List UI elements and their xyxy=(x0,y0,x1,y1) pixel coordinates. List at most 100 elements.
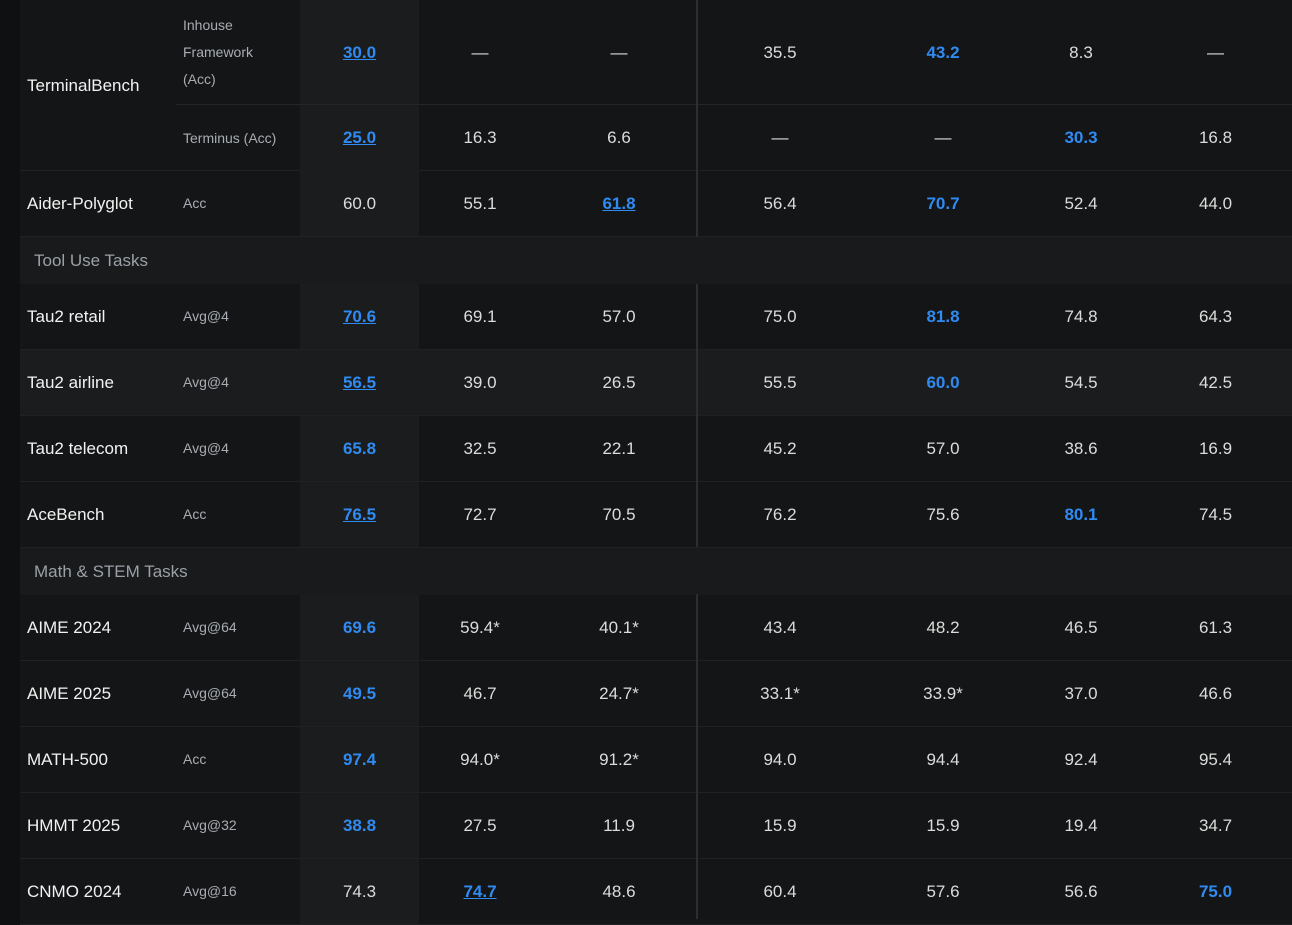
value-cell: — xyxy=(1139,0,1292,105)
score-value: 57.0 xyxy=(602,306,636,326)
score-value: 49.5 xyxy=(342,683,377,703)
metric-label: Avg@64 xyxy=(183,619,237,635)
score-value: 94.4 xyxy=(926,749,960,769)
value-cell: 57.0 xyxy=(863,416,1023,481)
benchmark-name: AIME 2025 xyxy=(27,683,112,703)
value-cell: — xyxy=(863,105,1023,171)
value-cell: 70.7 xyxy=(863,171,1023,236)
score-value: 27.5 xyxy=(463,815,497,835)
table-row: Aider-Polyglot Acc 60.0 55.1 61.8 56.4 70.7 52.… xyxy=(20,171,1292,237)
value-cell: 37.0 xyxy=(1023,661,1139,726)
score-value: 24.7* xyxy=(599,683,639,703)
best-score-link[interactable]: 30.0 xyxy=(343,43,376,63)
score-value: 94.0* xyxy=(460,749,500,769)
score-value: 37.0 xyxy=(1064,683,1098,703)
value-cell: 74.5 xyxy=(1139,482,1292,547)
score-value: 11.9 xyxy=(603,815,635,835)
value-cell: 35.5 xyxy=(697,0,863,105)
score-value: 26.5 xyxy=(602,372,636,392)
score-value: 59.4* xyxy=(460,617,500,637)
best-score-link[interactable]: 61.8 xyxy=(602,194,635,214)
score-value: 38.8 xyxy=(342,815,377,835)
score-value: 6.6 xyxy=(607,128,631,147)
metric-label: Inhouse Framework (Acc) xyxy=(176,0,300,105)
score-value: 81.8 xyxy=(926,306,960,326)
value-cell: 91.2* xyxy=(541,727,697,792)
benchmark-name: CNMO 2024 xyxy=(27,881,122,901)
benchmark-name: Tau2 airline xyxy=(27,372,114,392)
value-cell: 94.0 xyxy=(697,727,863,792)
value-cell: 19.4 xyxy=(1023,793,1139,858)
score-value: 38.6 xyxy=(1064,438,1098,458)
score-value: 16.9 xyxy=(1198,438,1233,458)
value-cell: 56.5 xyxy=(300,350,419,415)
score-value: 72.7 xyxy=(463,504,497,524)
table-row: CNMO 2024 Avg@16 74.3 74.7 48.6 60.4 57.6 56.6 7… xyxy=(20,859,1292,925)
value-cell: 45.2 xyxy=(697,416,863,481)
value-cell: 33.1* xyxy=(697,661,863,726)
column-divider xyxy=(696,594,698,919)
benchmark-name: AceBench xyxy=(27,504,105,524)
score-value: 91.2* xyxy=(599,749,639,769)
score-value: 48.2 xyxy=(926,617,960,637)
value-cell: 48.2 xyxy=(863,595,1023,660)
value-cell: 38.8 xyxy=(300,793,419,858)
column-divider xyxy=(696,0,698,237)
best-score-link[interactable]: 70.6 xyxy=(343,307,376,327)
score-value: 39.0 xyxy=(463,372,497,392)
value-cell: 60.0 xyxy=(300,171,419,236)
best-score-link[interactable]: 76.5 xyxy=(343,505,376,525)
value-cell: 46.7 xyxy=(419,661,541,726)
value-cell: 16.3 xyxy=(419,105,541,171)
value-cell: 61.8 xyxy=(541,171,697,236)
score-value: 15.9 xyxy=(763,815,797,835)
value-cell: 60.4 xyxy=(697,859,863,924)
score-value: 64.3 xyxy=(1198,306,1233,326)
metric-label: Avg@16 xyxy=(183,883,237,899)
value-cell: 32.5 xyxy=(419,416,541,481)
table-row: AIME 2024 Avg@64 69.6 59.4* 40.1* 43.4 48.2 46.… xyxy=(20,595,1292,661)
best-score-link[interactable]: 25.0 xyxy=(343,128,376,148)
score-value: 61.3 xyxy=(1198,617,1233,637)
value-cell: 72.7 xyxy=(419,482,541,547)
value-cell: 55.1 xyxy=(419,171,541,236)
value-cell: 16.9 xyxy=(1139,416,1292,481)
metric-label: Avg@4 xyxy=(183,308,229,324)
value-cell: 69.6 xyxy=(300,595,419,660)
score-value: 22.1 xyxy=(602,438,636,458)
score-value: 75.0 xyxy=(763,306,797,326)
score-value: 69.1 xyxy=(463,306,497,326)
table-row: Tau2 retail Avg@4 70.6 69.1 57.0 75.0 81.8 74.8… xyxy=(20,284,1292,350)
value-cell: 40.1* xyxy=(541,595,697,660)
value-cell: 24.7* xyxy=(541,661,697,726)
score-value: 70.5 xyxy=(602,504,636,524)
value-cell: 60.0 xyxy=(863,350,1023,415)
score-value: 19.4 xyxy=(1064,815,1098,835)
score-value: 95.4 xyxy=(1198,749,1233,769)
table-row: AceBench Acc 76.5 72.7 70.5 76.2 75.6 80.1 74.5 xyxy=(20,482,1292,548)
table-row: HMMT 2025 Avg@32 38.8 27.5 11.9 15.9 15.9 19.4 3… xyxy=(20,793,1292,859)
score-value: 46.5 xyxy=(1064,617,1098,637)
metric-label-line: Framework xyxy=(183,44,254,60)
value-cell: 76.2 xyxy=(697,482,863,547)
value-cell: 48.6 xyxy=(541,859,697,924)
best-score-link[interactable]: 74.7 xyxy=(463,882,496,902)
value-cell: 80.1 xyxy=(1023,482,1139,547)
score-value: 80.1 xyxy=(1064,504,1098,524)
score-value: 40.1* xyxy=(599,617,639,637)
value-cell: 42.5 xyxy=(1139,350,1292,415)
benchmark-name: Aider-Polyglot xyxy=(27,193,133,213)
score-value: 54.5 xyxy=(1064,372,1098,392)
score-value: 60.4 xyxy=(763,881,797,901)
value-cell: 59.4* xyxy=(419,595,541,660)
table-row: Tau2 airline Avg@4 56.5 39.0 26.5 55.5 60.0 54.… xyxy=(20,350,1292,416)
metric-label: Acc xyxy=(183,751,207,767)
best-score-link[interactable]: 56.5 xyxy=(343,373,376,393)
score-value: — xyxy=(1207,42,1224,62)
score-value: 42.5 xyxy=(1198,372,1233,392)
value-cell: 57.0 xyxy=(541,284,697,349)
table-row: Terminus (Acc) 25.0 16.3 6.6 — — 30.3 16.8 xyxy=(20,105,1292,171)
metric-label: Avg@32 xyxy=(183,817,237,833)
metric-label: Avg@64 xyxy=(183,685,237,701)
value-cell: 25.0 xyxy=(300,105,419,171)
